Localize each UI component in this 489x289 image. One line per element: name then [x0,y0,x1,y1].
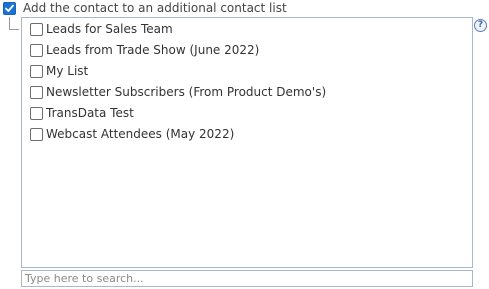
list-item-checkbox[interactable] [30,43,43,57]
list-item-checkbox[interactable] [30,85,43,99]
list-item[interactable]: TransData Test [30,105,134,121]
list-item[interactable]: Webcast Attendees (May 2022) [30,126,234,142]
list-item-label: Webcast Attendees (May 2022) [46,127,235,141]
add-to-list-option[interactable]: Add the contact to an additional contact… [3,0,287,16]
help-icon[interactable]: ? [474,19,487,32]
checkmark-icon [5,4,14,12]
list-item-label: Leads from Trade Show (June 2022) [46,43,260,57]
list-item-checkbox[interactable] [30,64,43,78]
list-item-label: Newsletter Subscribers (From Product Dem… [46,85,327,99]
list-item[interactable]: My List [30,63,88,79]
list-item-label: TransData Test [46,106,134,120]
add-to-list-checkbox[interactable] [3,1,16,15]
tree-connector-horizontal [9,29,19,30]
contact-list-box[interactable]: Leads for Sales Team Leads from Trade Sh… [21,17,473,268]
add-to-list-label: Add the contact to an additional contact… [23,1,287,15]
list-item[interactable]: Newsletter Subscribers (From Product Dem… [30,84,326,100]
tree-connector-vertical [9,17,10,29]
list-item[interactable]: Leads from Trade Show (June 2022) [30,42,259,58]
help-icon-glyph: ? [477,20,484,30]
search-input[interactable] [21,270,473,287]
list-item[interactable]: Leads for Sales Team [30,21,173,37]
list-item-checkbox[interactable] [30,127,43,141]
list-item-label: Leads for Sales Team [46,22,173,36]
list-item-checkbox[interactable] [30,106,43,120]
list-item-label: My List [46,64,89,78]
list-item-checkbox[interactable] [30,22,43,36]
